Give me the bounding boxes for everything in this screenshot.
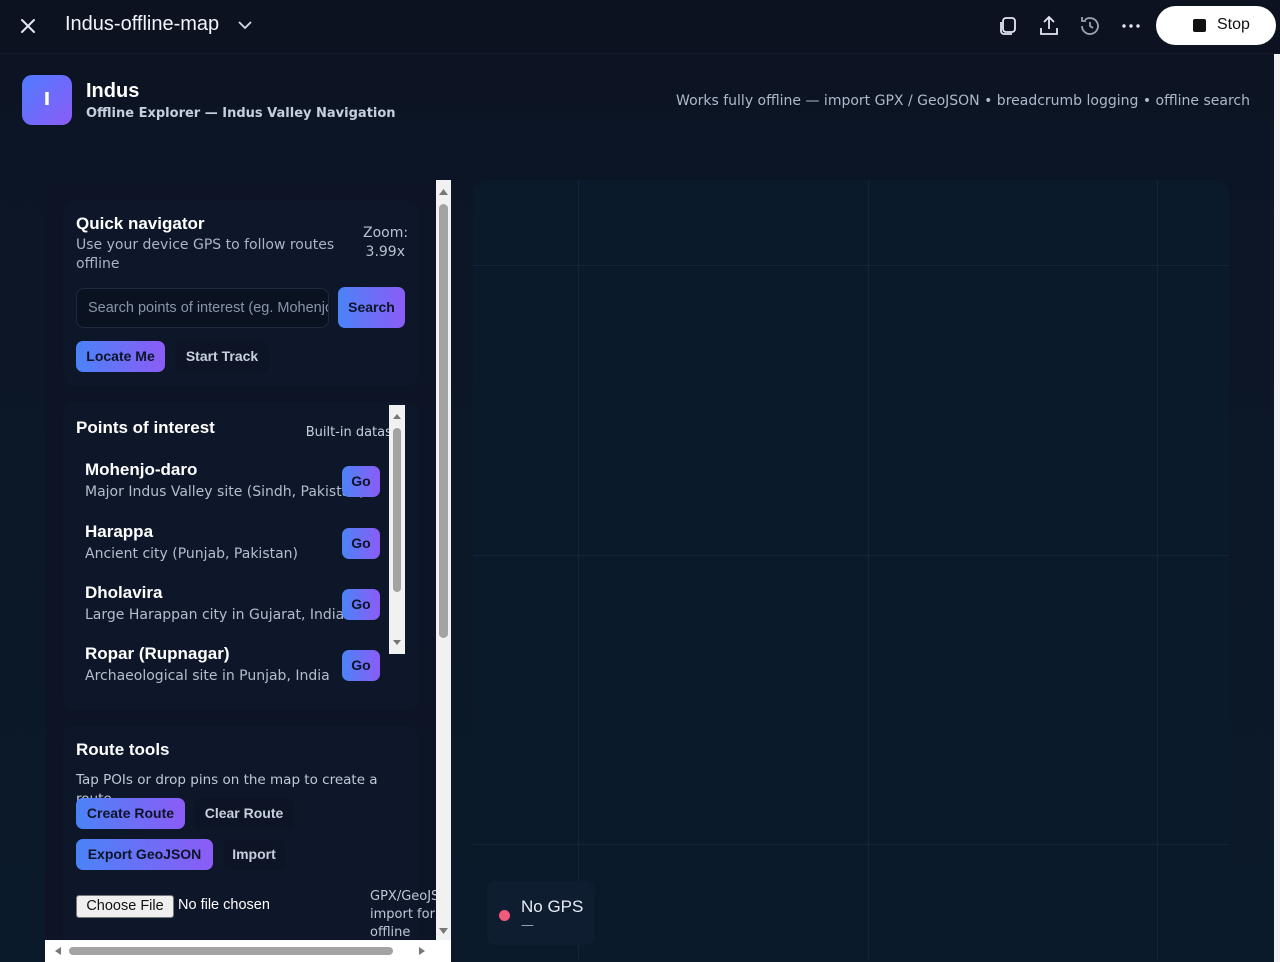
- gpx-import-note: GPX/GeoJSON import for offline routes: [370, 889, 436, 940]
- map-gridline: [473, 844, 1229, 845]
- map-gridline: [868, 180, 869, 960]
- poi-description: Major Indus Valley site (Sindh, Pakistan…: [85, 484, 365, 500]
- poi-item-mohenjo-daro[interactable]: Mohenjo-daro Major Indus Valley site (Si…: [85, 460, 395, 516]
- map-gridline: [1157, 180, 1158, 960]
- poi-description: Ancient city (Punjab, Pakistan): [85, 546, 299, 562]
- panel-horizontal-scrollbar[interactable]: [45, 940, 451, 962]
- gps-status-badge: No GPS —: [487, 881, 594, 945]
- create-route-button[interactable]: Create Route: [76, 798, 185, 829]
- panel-vertical-scrollbar[interactable]: [436, 180, 451, 940]
- search-button[interactable]: Search: [338, 287, 405, 328]
- stop-label: Stop: [1217, 16, 1250, 33]
- page-scrollbar[interactable]: [1274, 54, 1280, 962]
- quick-navigator-title: Quick navigator: [76, 214, 205, 233]
- app-name: Indus: [86, 80, 140, 102]
- poi-go-button[interactable]: Go: [342, 466, 380, 497]
- poi-name: Mohenjo-daro: [85, 460, 198, 479]
- poi-go-button[interactable]: Go: [342, 650, 380, 681]
- gps-status-dot: [499, 910, 510, 921]
- choose-file-button[interactable]: Choose File: [76, 895, 174, 918]
- poi-list: Mohenjo-daro Major Indus Valley site (Si…: [76, 449, 406, 697]
- app-tagline: Works fully offline — import GPX / GeoJS…: [676, 93, 1250, 109]
- poi-title: Points of interest: [76, 418, 215, 437]
- zoom-value: 3.99x: [365, 244, 405, 260]
- history-icon[interactable]: [1077, 13, 1103, 39]
- poi-name: Ropar (Rupnagar): [85, 644, 230, 663]
- map-gridline: [578, 180, 579, 960]
- route-tools-card: Route tools Tap POIs or drop pins on the…: [63, 726, 436, 940]
- poi-description: Large Harappan city in Gujarat, India: [85, 607, 345, 623]
- export-geojson-button[interactable]: Export GeoJSON: [76, 839, 213, 870]
- zoom-label: Zoom:: [363, 225, 409, 241]
- app-logo: I: [22, 75, 72, 125]
- gps-status-detail: —: [521, 918, 534, 933]
- import-button[interactable]: Import: [223, 839, 285, 870]
- poi-search-input[interactable]: [76, 288, 329, 328]
- poi-name: Harappa: [85, 522, 154, 541]
- file-status: No file chosen: [178, 897, 270, 913]
- side-panel: Quick navigator Use your device GPS to f…: [45, 180, 436, 940]
- map-view[interactable]: No GPS —: [473, 180, 1229, 960]
- quick-navigator-description: Use your device GPS to follow routes off…: [76, 237, 335, 272]
- close-icon[interactable]: [14, 12, 42, 40]
- app-subtitle: Offline Explorer — Indus Valley Navigati…: [86, 106, 396, 121]
- quick-navigator-card: Quick navigator Use your device GPS to f…: [63, 200, 418, 386]
- gps-status-label: No GPS: [521, 897, 584, 916]
- stop-button[interactable]: Stop: [1156, 6, 1276, 45]
- poi-description: Archaeological site in Punjab, India: [85, 668, 330, 684]
- poi-name: Dholavira: [85, 583, 163, 602]
- route-tools-title: Route tools: [76, 740, 170, 759]
- copy-icon[interactable]: [995, 13, 1021, 39]
- points-of-interest-card: Points of interest Built-in dataset Mohe…: [63, 402, 418, 710]
- share-icon[interactable]: [1036, 13, 1062, 39]
- poi-item-harappa[interactable]: Harappa Ancient city (Punjab, Pakistan) …: [85, 522, 395, 578]
- window-title[interactable]: Indus-offline-map: [65, 13, 219, 36]
- app-top-bar: Indus-offline-map Stop: [0, 0, 1280, 54]
- more-icon[interactable]: [1118, 13, 1144, 39]
- chevron-down-icon[interactable]: [236, 14, 254, 36]
- stop-icon: [1193, 19, 1206, 32]
- poi-item-dholavira[interactable]: Dholavira Large Harappan city in Gujarat…: [85, 583, 395, 639]
- clear-route-button[interactable]: Clear Route: [194, 798, 294, 829]
- locate-me-button[interactable]: Locate Me: [76, 341, 165, 372]
- start-track-button[interactable]: Start Track: [175, 341, 269, 372]
- map-gridline: [473, 265, 1229, 266]
- poi-go-button[interactable]: Go: [342, 528, 380, 559]
- poi-list-scrollbar[interactable]: [389, 405, 405, 654]
- poi-go-button[interactable]: Go: [342, 589, 380, 620]
- map-gridline: [473, 555, 1229, 556]
- zoom-readout: Zoom: 3.99x: [363, 224, 409, 262]
- poi-item-ropar[interactable]: Ropar (Rupnagar) Archaeological site in …: [85, 644, 395, 697]
